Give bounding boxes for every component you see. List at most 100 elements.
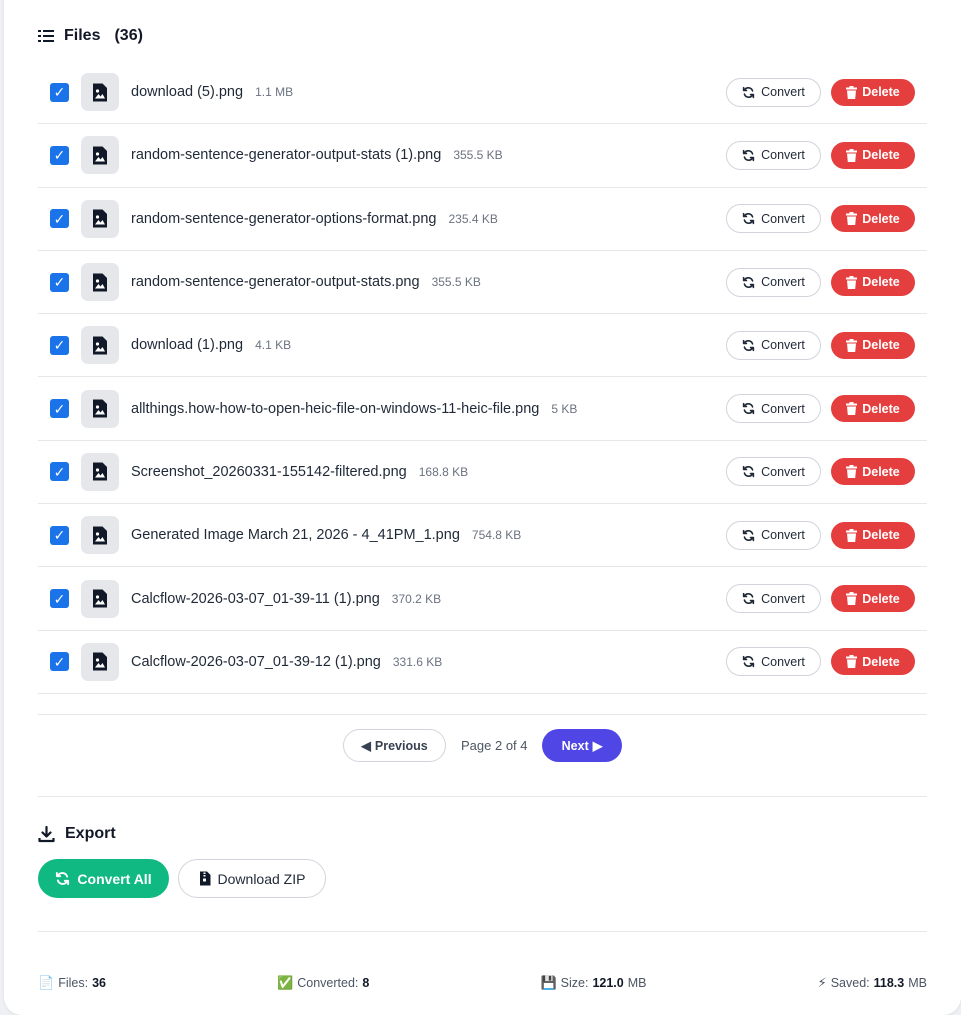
checkmark-icon: ✓	[53, 590, 66, 607]
refresh-icon	[742, 655, 755, 668]
file-info: Calcflow-2026-03-07_01-39-11 (1).png 370.…	[131, 591, 441, 607]
file-info: random-sentence-generator-options-format…	[131, 211, 498, 227]
delete-button[interactable]: Delete	[831, 648, 915, 676]
stat-saved-value: 118.3	[873, 976, 905, 990]
file-checkbox[interactable]: ✓	[50, 272, 69, 292]
delete-button[interactable]: Delete	[831, 78, 915, 106]
delete-button[interactable]: Delete	[831, 395, 915, 423]
file-checkbox[interactable]: ✓	[50, 209, 69, 229]
file-checkbox[interactable]: ✓	[50, 589, 69, 609]
previous-button[interactable]: ◀ Previous	[343, 729, 446, 762]
checkmark-icon: ✓	[53, 653, 66, 670]
file-row: ✓ Generated Image March 21, 2026 - 4_41PM…	[38, 504, 927, 568]
file-checkbox[interactable]: ✓	[50, 525, 69, 545]
list-divider	[38, 714, 927, 715]
file-checkbox[interactable]: ✓	[50, 82, 69, 102]
download-zip-button[interactable]: Download ZIP	[178, 859, 326, 898]
lightning-icon: ⚡	[817, 975, 827, 990]
file-size: 5 KB	[551, 401, 578, 416]
convert-button[interactable]: Convert	[726, 394, 821, 424]
export-title: Export	[65, 825, 116, 842]
refresh-icon	[742, 402, 755, 415]
refresh-icon	[742, 276, 755, 289]
file-size: 4.1 KB	[255, 338, 292, 353]
convert-button[interactable]: Convert	[726, 140, 821, 170]
check-mark-icon: ✅	[277, 975, 294, 990]
file-size: 754.8 KB	[471, 528, 522, 543]
file-row: ✓ download (1).png 4.1 KB Convert Delete	[38, 314, 927, 378]
convert-button[interactable]: Convert	[726, 520, 821, 550]
prev-arrow-icon: ◀	[361, 739, 371, 753]
delete-label: Delete	[862, 275, 900, 290]
file-name: download (5).png	[131, 84, 244, 101]
checkmark-icon: ✓	[53, 84, 66, 101]
convert-button[interactable]: Convert	[726, 330, 821, 360]
document-icon: 📄	[38, 975, 55, 990]
floppy-disk-icon: 💾	[540, 975, 557, 990]
convert-button[interactable]: Convert	[726, 647, 821, 677]
stat-saved-unit: MB	[908, 976, 927, 990]
files-count: (36)	[114, 27, 143, 44]
convert-button[interactable]: Convert	[726, 584, 821, 614]
file-info: random-sentence-generator-output-stats (…	[131, 147, 503, 163]
stat-converted-label: Converted:	[297, 976, 359, 990]
delete-button[interactable]: Delete	[831, 205, 915, 233]
convert-button[interactable]: Convert	[726, 77, 821, 107]
previous-label: Previous	[374, 738, 428, 753]
file-name: allthings.how-how-to-open-heic-file-on-w…	[131, 400, 540, 417]
file-row: ✓ random-sentence-generator-output-stats.…	[38, 251, 927, 315]
convert-all-button[interactable]: Convert All	[38, 859, 169, 898]
trash-icon	[846, 465, 858, 479]
file-size: 370.2 KB	[391, 591, 442, 606]
delete-button[interactable]: Delete	[831, 331, 915, 359]
file-checkbox[interactable]: ✓	[50, 652, 69, 672]
file-size: 235.4 KB	[448, 211, 498, 226]
delete-label: Delete	[862, 591, 900, 606]
checkmark-icon: ✓	[53, 400, 66, 417]
convert-button[interactable]: Convert	[726, 204, 821, 234]
delete-label: Delete	[862, 148, 900, 163]
delete-button[interactable]: Delete	[831, 458, 915, 486]
file-row: ✓ Calcflow-2026-03-07_01-39-11 (1).png 370…	[38, 567, 927, 631]
file-image-icon	[81, 389, 119, 428]
file-row: ✓ random-sentence-generator-output-stats …	[38, 124, 927, 188]
file-checkbox[interactable]: ✓	[50, 335, 69, 355]
convert-label: Convert	[761, 275, 805, 290]
stats-divider	[38, 931, 927, 932]
delete-button[interactable]: Delete	[831, 585, 915, 613]
file-image-icon	[81, 642, 119, 681]
stat-converted: ✅ Converted: 8	[277, 975, 369, 991]
file-size: 355.5 KB	[431, 275, 481, 290]
file-row: ✓ Calcflow-2026-03-07_01-39-12 (1).png 331…	[38, 631, 927, 694]
file-checkbox[interactable]: ✓	[50, 399, 69, 419]
list-icon	[38, 29, 54, 43]
download-icon	[38, 825, 55, 842]
trash-icon	[846, 148, 858, 162]
delete-button[interactable]: Delete	[831, 521, 915, 549]
files-header: Files (36)	[38, 27, 143, 45]
file-name: random-sentence-generator-output-stats.p…	[131, 274, 420, 291]
trash-icon	[846, 655, 858, 669]
delete-button[interactable]: Delete	[831, 141, 915, 169]
convert-button[interactable]: Convert	[726, 267, 821, 297]
stats-bar: 📄 Files: 36 ✅ Converted: 8 💾 Size: 121.0…	[38, 975, 927, 991]
stat-files-label: Files:	[58, 976, 89, 990]
stat-saved: ⚡ Saved: 118.3 MB	[818, 975, 927, 991]
download-zip-label: Download ZIP	[217, 870, 306, 887]
file-checkbox[interactable]: ✓	[50, 145, 69, 165]
convert-label: Convert	[761, 464, 805, 479]
page-indicator: Page 2 of 4	[461, 738, 528, 753]
delete-label: Delete	[862, 338, 900, 353]
convert-button[interactable]: Convert	[726, 457, 821, 487]
delete-button[interactable]: Delete	[831, 268, 915, 296]
file-info: Calcflow-2026-03-07_01-39-12 (1).png 331.…	[131, 654, 442, 670]
file-image-icon	[81, 73, 119, 112]
next-button[interactable]: Next ▶	[542, 729, 622, 762]
section-divider	[38, 796, 927, 797]
delete-label: Delete	[862, 401, 900, 416]
file-image-icon	[81, 263, 119, 302]
file-checkbox[interactable]: ✓	[50, 462, 69, 482]
file-name: Calcflow-2026-03-07_01-39-12 (1).png	[131, 653, 381, 670]
file-name: random-sentence-generator-output-stats (…	[131, 147, 442, 164]
convert-label: Convert	[761, 85, 805, 100]
